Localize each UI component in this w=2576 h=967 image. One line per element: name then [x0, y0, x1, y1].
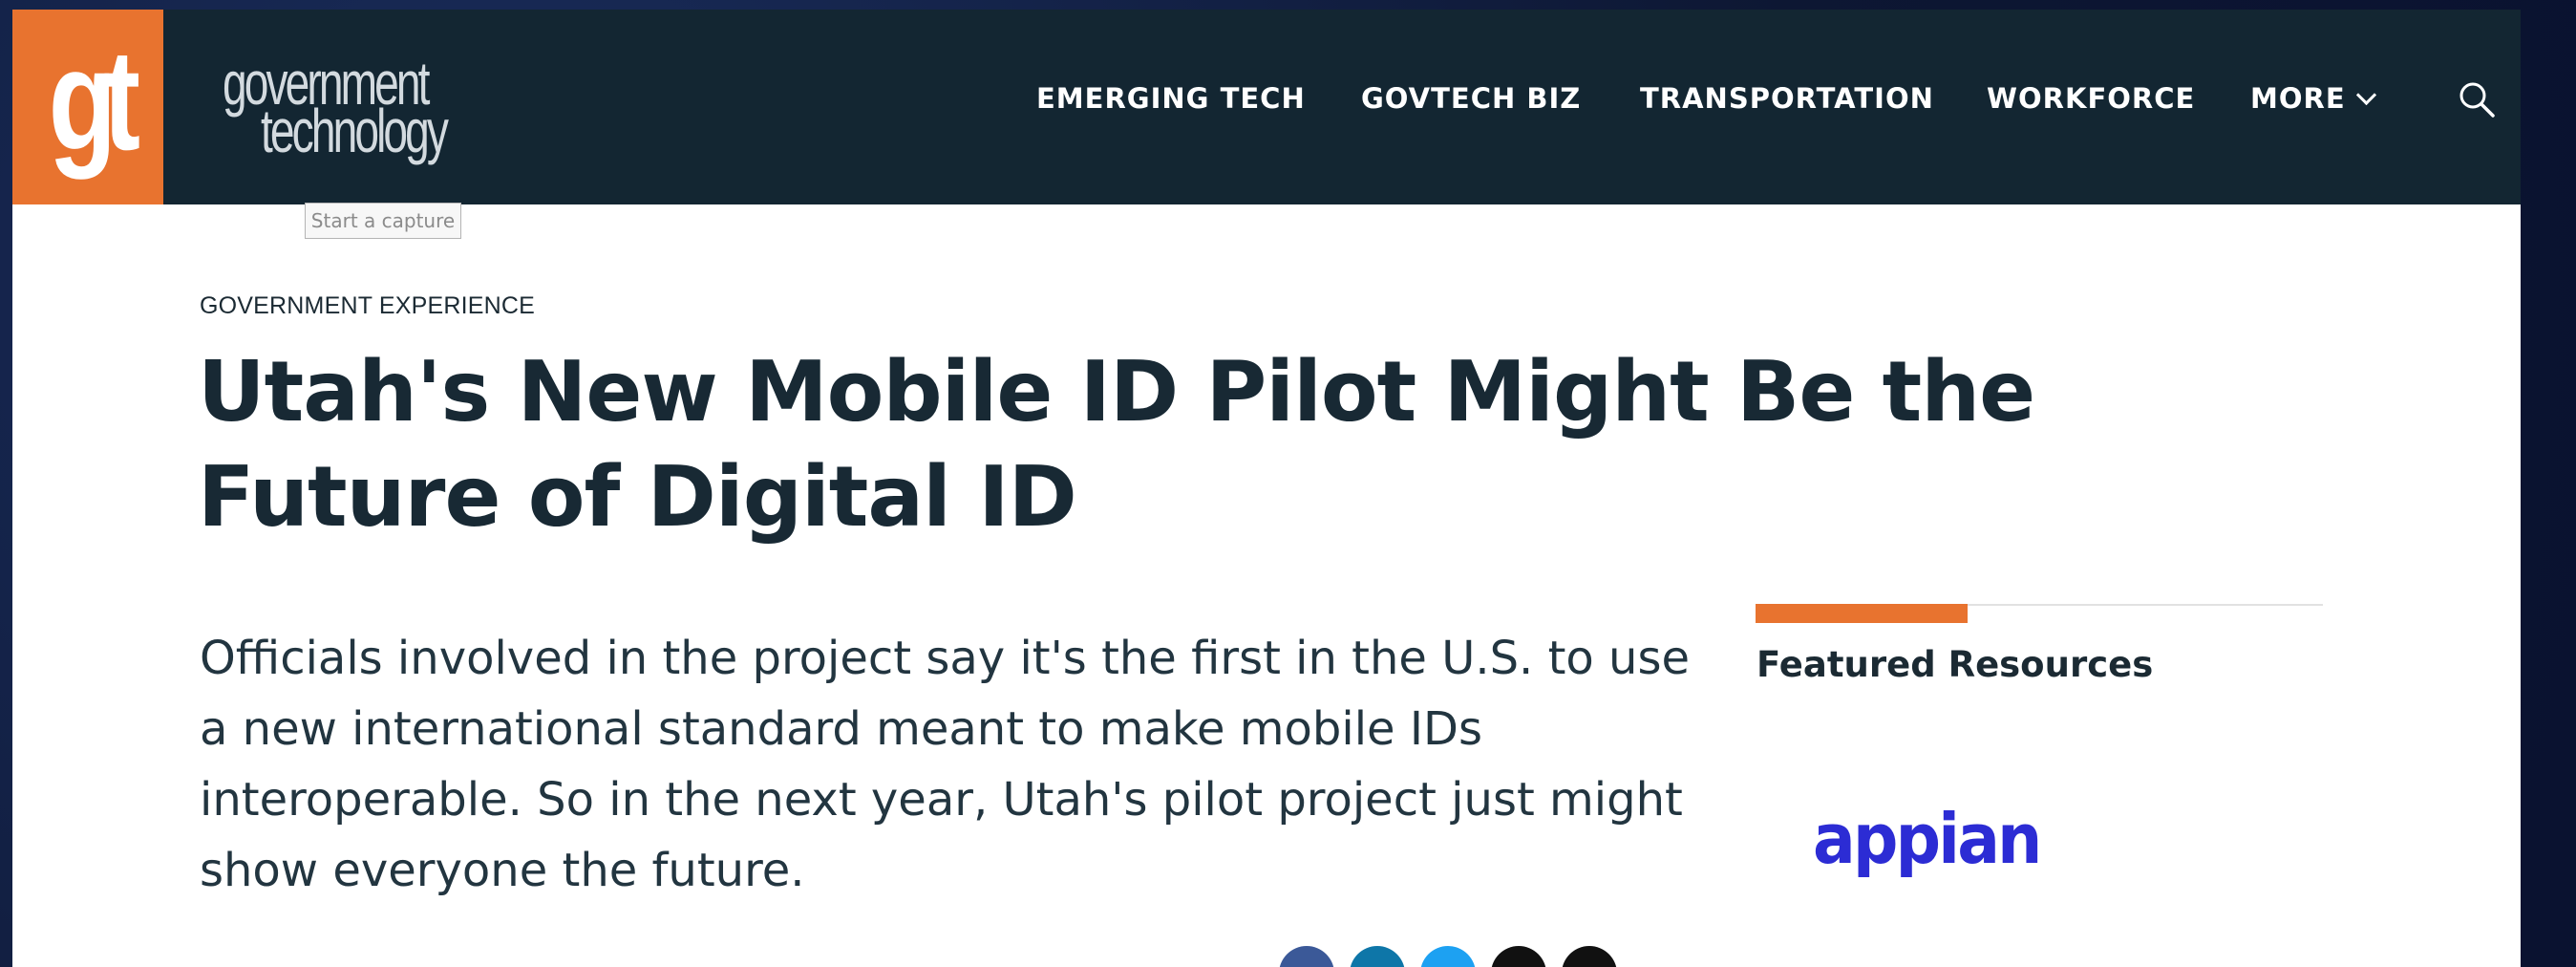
article-lede: Officials involved in the project say it…	[200, 632, 1690, 897]
article-category[interactable]: GOVERNMENT EXPERIENCE	[200, 292, 535, 320]
wordmark-line2: technology	[261, 97, 449, 165]
gt-logo-letters: gt	[48, 19, 140, 180]
appian-logo[interactable]: appian	[1813, 799, 2042, 879]
email-icon[interactable]	[1491, 946, 1546, 967]
site-header: gt government technology EMERGING TECH G…	[12, 10, 2521, 204]
article-title: Utah's New Mobile ID Pilot Might Be the …	[198, 343, 2035, 546]
nav-workforce[interactable]: WORKFORCE	[1987, 82, 2195, 115]
nav-more-label: MORE	[2250, 82, 2346, 115]
capture-tooltip: Start a capture	[305, 203, 461, 239]
nav-more[interactable]: MORE	[2250, 82, 2376, 115]
facebook-icon[interactable]	[1279, 946, 1334, 967]
featured-resources-heading: Featured Resources	[1756, 644, 2154, 685]
chevron-down-icon	[2355, 84, 2376, 106]
print-icon[interactable]	[1562, 946, 1617, 967]
linkedin-icon[interactable]	[1350, 946, 1405, 967]
nav-transportation[interactable]: TRANSPORTATION	[1640, 82, 1934, 115]
government-technology-wordmark[interactable]: government technology	[209, 46, 524, 180]
featured-accent-bar	[1756, 604, 1968, 623]
search-icon[interactable]	[2458, 80, 2496, 118]
gt-logo[interactable]: gt	[12, 10, 163, 204]
browser-page: gt government technology EMERGING TECH G…	[12, 10, 2521, 967]
twitter-icon[interactable]	[1420, 946, 1476, 967]
nav-emerging-tech[interactable]: EMERGING TECH	[1036, 82, 1306, 115]
nav-govtech-biz[interactable]: GOVTECH BIZ	[1361, 82, 1581, 115]
